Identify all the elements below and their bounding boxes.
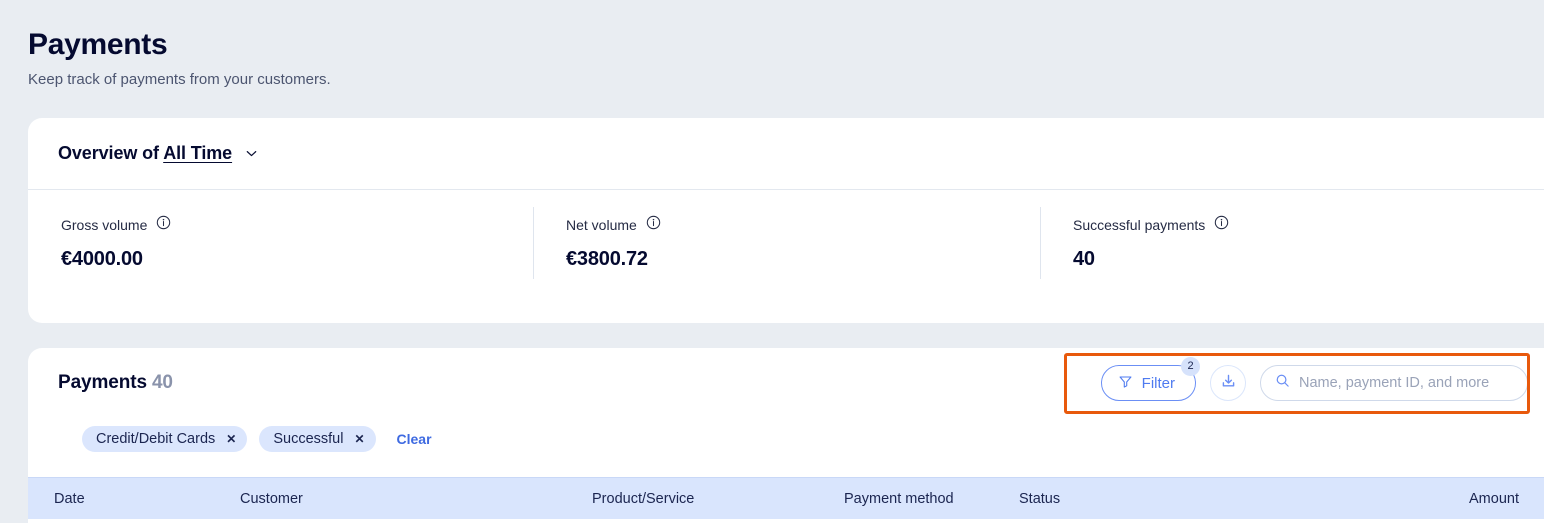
metric-label: Gross volume bbox=[61, 215, 533, 234]
info-icon[interactable] bbox=[156, 215, 171, 234]
metric-label: Successful payments bbox=[1073, 215, 1544, 234]
chevron-down-icon[interactable] bbox=[244, 146, 259, 161]
toolbar-actions: Filter 2 bbox=[1100, 357, 1528, 401]
column-header-product[interactable]: Product/Service bbox=[592, 491, 694, 507]
page-title: Payments bbox=[28, 28, 168, 61]
column-header-date[interactable]: Date bbox=[54, 491, 85, 507]
clear-filters-link[interactable]: Clear bbox=[397, 431, 432, 447]
column-header-amount[interactable]: Amount bbox=[1469, 491, 1519, 507]
overview-heading-prefix: Overview of bbox=[58, 143, 164, 163]
info-icon[interactable] bbox=[646, 215, 661, 234]
column-header-customer[interactable]: Customer bbox=[240, 491, 303, 507]
filter-button[interactable]: Filter 2 bbox=[1100, 357, 1200, 401]
metrics-row: Gross volume €4000.00 Net volume €3800.7… bbox=[28, 190, 1544, 322]
search-icon bbox=[1275, 373, 1290, 393]
payments-toolbar: Payments 40 Filter 2 bbox=[28, 348, 1544, 418]
page-subtitle: Keep track of payments from your custome… bbox=[28, 71, 331, 88]
payments-card: Payments 40 Filter 2 Name, payment ID, a… bbox=[28, 348, 1544, 523]
filter-chip-status[interactable]: Successful ✕ bbox=[259, 426, 376, 452]
column-header-status[interactable]: Status bbox=[1019, 491, 1060, 507]
metric-successful-payments: Successful payments 40 bbox=[1040, 207, 1544, 322]
overview-header: Overview of All Time bbox=[28, 118, 1544, 190]
metric-net-volume: Net volume €3800.72 bbox=[533, 207, 1040, 322]
funnel-icon bbox=[1118, 374, 1133, 393]
close-icon[interactable]: ✕ bbox=[226, 432, 236, 446]
close-icon[interactable]: ✕ bbox=[354, 432, 364, 446]
payments-section-title-text: Payments bbox=[58, 372, 147, 393]
filter-chip-label: Successful bbox=[273, 431, 344, 447]
page-header: Payments Keep track of payments from you… bbox=[0, 0, 1544, 90]
metric-value: €3800.72 bbox=[566, 248, 648, 270]
overview-period-selector[interactable]: All Time bbox=[163, 143, 232, 163]
payments-table-header: Date Customer Product/Service Payment me… bbox=[28, 477, 1544, 519]
search-input[interactable] bbox=[1299, 375, 1513, 391]
search-box[interactable] bbox=[1260, 365, 1528, 401]
overview-card: Overview of All Time Gross volume €4000.… bbox=[28, 118, 1544, 323]
info-icon[interactable] bbox=[1214, 215, 1229, 234]
metric-value: 40 bbox=[1073, 248, 1095, 270]
metric-label-text: Net volume bbox=[566, 216, 637, 233]
payments-count: 40 bbox=[151, 372, 173, 393]
metric-label: Net volume bbox=[566, 215, 1040, 234]
column-header-payment-method[interactable]: Payment method bbox=[844, 491, 954, 507]
active-filter-chips: Credit/Debit Cards ✕ Successful ✕ Clear bbox=[28, 418, 1544, 460]
payments-page: Payments Keep track of payments from you… bbox=[0, 0, 1544, 523]
filter-chip-payment-method[interactable]: Credit/Debit Cards ✕ bbox=[82, 426, 248, 452]
metric-label-text: Gross volume bbox=[61, 216, 148, 233]
overview-heading: Overview of All Time bbox=[58, 143, 232, 164]
filter-chip-label: Credit/Debit Cards bbox=[96, 431, 216, 447]
metric-gross-volume: Gross volume €4000.00 bbox=[28, 215, 533, 322]
download-icon bbox=[1220, 373, 1237, 393]
download-button[interactable] bbox=[1210, 365, 1246, 401]
payments-section-title: Payments 40 bbox=[58, 372, 173, 394]
filter-button-label: Filter bbox=[1141, 374, 1175, 392]
metric-value: €4000.00 bbox=[61, 248, 143, 270]
metric-label-text: Successful payments bbox=[1073, 216, 1206, 233]
filter-badge: 2 bbox=[1181, 357, 1200, 376]
